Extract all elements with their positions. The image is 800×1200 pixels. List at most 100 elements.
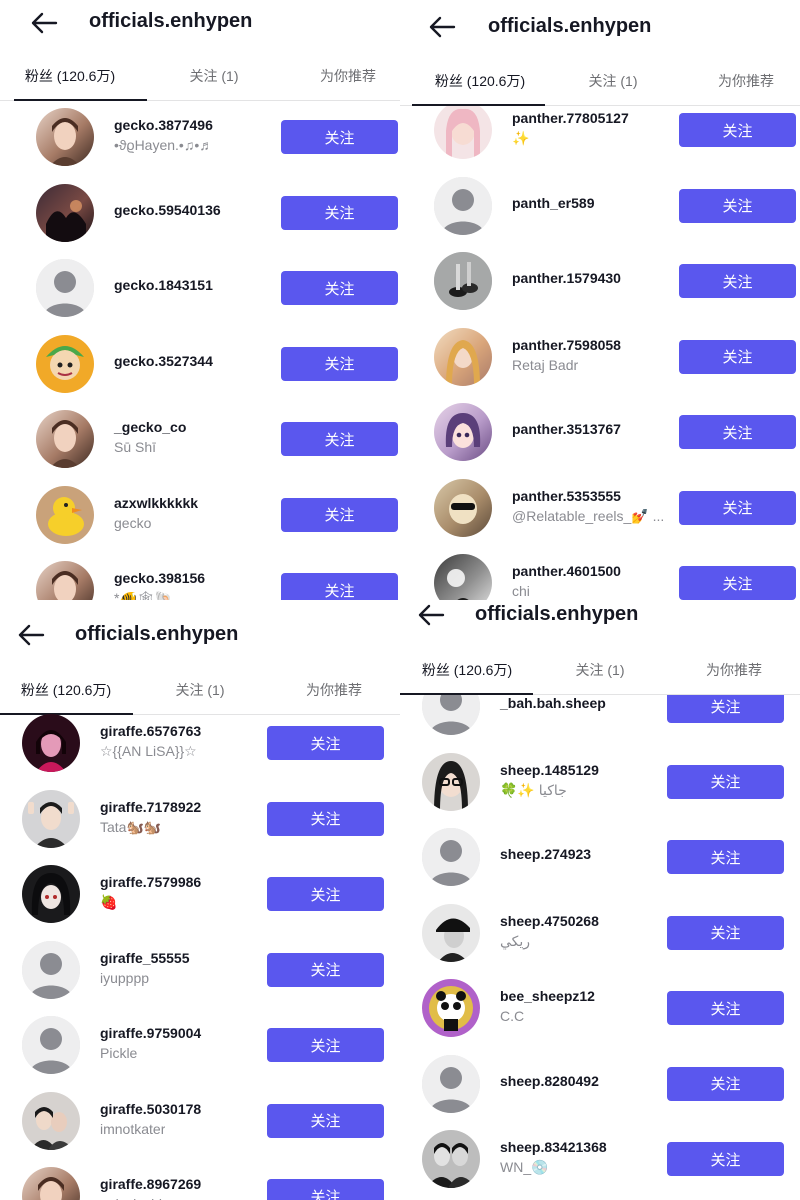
follow-button[interactable]: 关注 xyxy=(667,1142,784,1176)
follow-button[interactable]: 关注 xyxy=(667,991,784,1025)
list-item[interactable]: gecko.3877496 •ϑϱHayen.•♫•♬ 关注 xyxy=(0,107,400,167)
username[interactable]: panther.4601500 xyxy=(512,563,621,579)
avatar[interactable] xyxy=(434,176,492,235)
back-arrow-icon[interactable] xyxy=(17,624,45,646)
follow-button[interactable]: 关注 xyxy=(281,573,398,600)
list-item[interactable]: giraffe.7579986 🍓 关注 xyxy=(0,864,400,924)
avatar[interactable] xyxy=(22,865,80,923)
follow-button[interactable]: 关注 xyxy=(281,497,398,532)
follow-button[interactable]: 关注 xyxy=(679,415,796,449)
follow-button[interactable]: 关注 xyxy=(679,339,796,374)
list-item[interactable]: panther.1579430 关注 xyxy=(400,251,800,311)
avatar[interactable] xyxy=(36,183,94,242)
list-item[interactable]: sheep.8280492 关注 xyxy=(400,1054,800,1114)
avatar[interactable] xyxy=(22,1016,80,1074)
tab-followers[interactable]: 粉丝 (120.6万) xyxy=(420,57,540,105)
avatar[interactable] xyxy=(434,403,492,461)
username[interactable]: sheep.1485129 xyxy=(500,762,599,778)
list-item[interactable]: gecko.1843151 关注 xyxy=(0,258,400,318)
avatar[interactable] xyxy=(36,485,94,544)
tab-following[interactable]: 关注 (1) xyxy=(540,646,660,694)
avatar[interactable] xyxy=(422,1054,480,1113)
username[interactable]: bee_sheepz12 xyxy=(500,988,595,1004)
username[interactable]: giraffe.6576763 xyxy=(100,723,201,739)
avatar[interactable] xyxy=(22,789,80,848)
list-item[interactable]: gecko.3527344 关注 xyxy=(0,334,400,394)
username[interactable]: panther.1579430 xyxy=(512,270,621,286)
follow-button[interactable]: 关注 xyxy=(667,1066,784,1101)
list-item[interactable]: panther.4601500 chi 关注 xyxy=(400,553,800,600)
avatar[interactable] xyxy=(422,979,480,1037)
username[interactable]: giraffe.5030178 xyxy=(100,1101,201,1117)
follow-button[interactable]: 关注 xyxy=(679,113,796,147)
avatar[interactable] xyxy=(22,714,80,772)
avatar[interactable] xyxy=(434,252,492,310)
back-arrow-icon[interactable] xyxy=(428,16,456,38)
username[interactable]: gecko.3527344 xyxy=(114,353,213,369)
list-item[interactable]: panther.7598058 Retaj Badr 关注 xyxy=(400,327,800,387)
list-item[interactable]: giraffe.7178922 Tata🐿️🐿️ 关注 xyxy=(0,789,400,849)
avatar[interactable] xyxy=(422,1130,480,1188)
username[interactable]: sheep.274923 xyxy=(500,846,591,862)
follow-button[interactable]: 关注 xyxy=(679,188,796,223)
follow-button[interactable]: 关注 xyxy=(267,1179,384,1200)
tab-suggested[interactable]: 为你推荐 xyxy=(288,52,400,100)
username[interactable]: sheep.8280492 xyxy=(500,1073,599,1089)
avatar[interactable] xyxy=(22,1167,80,1200)
tab-following[interactable]: 关注 (1) xyxy=(553,57,673,105)
tab-followers[interactable]: 粉丝 (120.6万) xyxy=(407,646,527,694)
avatar[interactable] xyxy=(22,1091,80,1150)
username[interactable]: gecko.59540136 xyxy=(114,202,221,218)
avatar[interactable] xyxy=(36,108,94,166)
follow-button[interactable]: 关注 xyxy=(281,346,398,381)
follow-button[interactable]: 关注 xyxy=(267,726,384,760)
list-item[interactable]: giraffe_55555 iyupppp 关注 xyxy=(0,940,400,1000)
avatar[interactable] xyxy=(36,259,94,317)
avatar[interactable] xyxy=(422,695,480,735)
avatar[interactable] xyxy=(36,410,94,468)
avatar[interactable] xyxy=(22,940,80,999)
list-item[interactable]: sheep.1485129 🍀✨ جاكيا 关注 xyxy=(400,752,800,812)
list-item[interactable]: giraffe.8967269 only.dasbier 关注 xyxy=(0,1166,400,1200)
list-item[interactable]: _bah.bah.sheep 关注 xyxy=(400,695,800,736)
list-item[interactable]: panther.77805127 ✨ 关注 xyxy=(400,106,800,160)
username[interactable]: panther.5353555 xyxy=(512,488,621,504)
username[interactable]: sheep.83421368 xyxy=(500,1139,607,1155)
follow-button[interactable]: 关注 xyxy=(281,422,398,456)
avatar[interactable] xyxy=(36,334,94,393)
back-arrow-icon[interactable] xyxy=(30,12,58,34)
list-item[interactable]: panther.5353555 @Relatable_reels_💅 ... 关… xyxy=(400,478,800,538)
username[interactable]: panther.77805127 xyxy=(512,110,629,126)
follow-button[interactable]: 关注 xyxy=(267,952,384,987)
list-item[interactable]: sheep.83421368 WN_💿 关注 xyxy=(400,1129,800,1189)
username[interactable]: giraffe.9759004 xyxy=(100,1025,201,1041)
avatar[interactable] xyxy=(422,828,480,886)
list-item[interactable]: bee_sheepz12 C.C 关注 xyxy=(400,978,800,1038)
username[interactable]: giraffe.7178922 xyxy=(100,799,201,815)
tab-following[interactable]: 关注 (1) xyxy=(140,666,260,714)
list-item[interactable]: giraffe.6576763 ☆{{AN LiSA}}☆ 关注 xyxy=(0,714,400,773)
username[interactable]: _bah.bah.sheep xyxy=(500,695,606,711)
username[interactable]: gecko.3877496 xyxy=(114,117,213,133)
username[interactable]: panther.7598058 xyxy=(512,337,621,353)
list-item[interactable]: panther.3513767 关注 xyxy=(400,402,800,462)
tab-suggested[interactable]: 为你推荐 xyxy=(686,57,800,105)
follow-button[interactable]: 关注 xyxy=(679,490,796,525)
username[interactable]: gecko.398156 xyxy=(114,570,205,586)
avatar[interactable] xyxy=(434,478,492,537)
tab-followers[interactable]: 粉丝 (120.6万) xyxy=(6,666,126,714)
follow-button[interactable]: 关注 xyxy=(679,264,796,298)
avatar[interactable] xyxy=(422,903,480,962)
follow-button[interactable]: 关注 xyxy=(267,1103,384,1138)
username[interactable]: giraffe.7579986 xyxy=(100,874,201,890)
follow-button[interactable]: 关注 xyxy=(281,271,398,305)
follow-button[interactable]: 关注 xyxy=(281,195,398,230)
follow-button[interactable]: 关注 xyxy=(667,840,784,874)
username[interactable]: panth_er589 xyxy=(512,195,594,211)
list-item[interactable]: gecko.59540136 关注 xyxy=(0,183,400,243)
follow-button[interactable]: 关注 xyxy=(667,915,784,950)
username[interactable]: gecko.1843151 xyxy=(114,277,213,293)
username[interactable]: giraffe.8967269 xyxy=(100,1176,201,1192)
tab-suggested[interactable]: 为你推荐 xyxy=(674,646,794,694)
username[interactable]: panther.3513767 xyxy=(512,421,621,437)
